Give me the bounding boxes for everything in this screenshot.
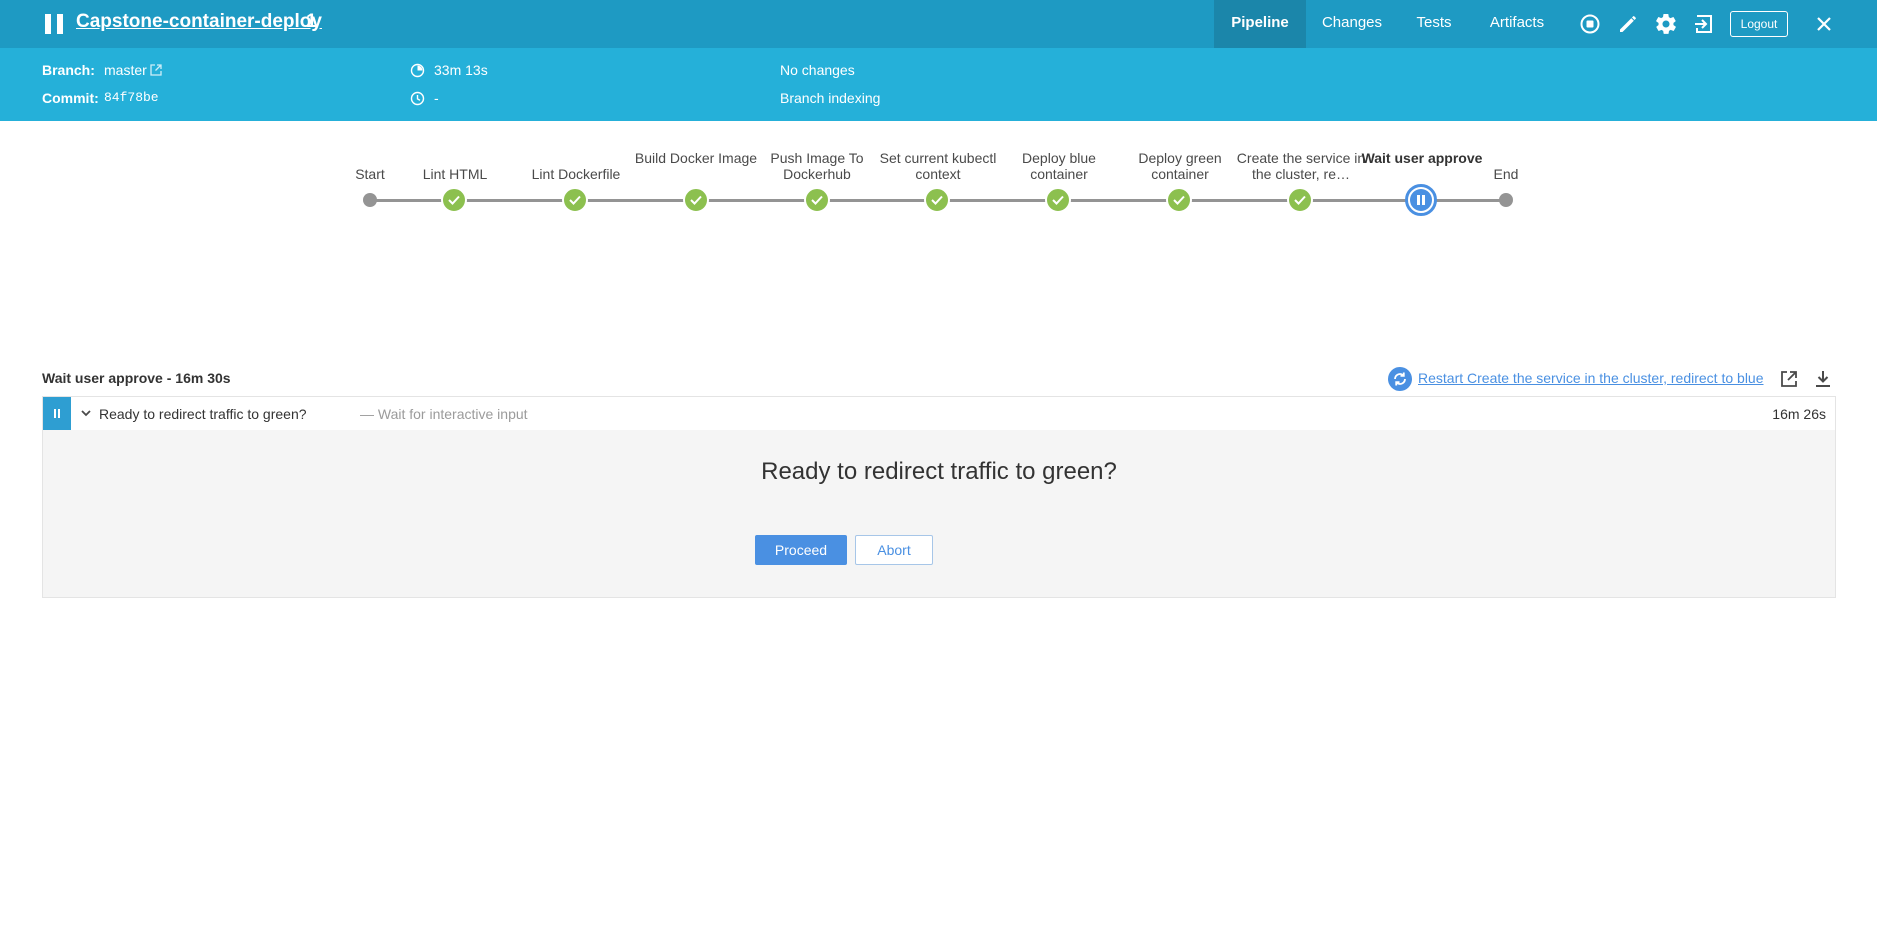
paused-icon	[1410, 189, 1432, 211]
time-value: -	[434, 90, 439, 106]
stage-node-end	[1499, 193, 1513, 207]
stage-node-set-kubectl-context[interactable]	[924, 187, 950, 213]
tab-artifacts[interactable]: Artifacts	[1474, 0, 1560, 48]
stage-label-push-image: Push Image To Dockerhub	[770, 150, 864, 182]
step-log-title: Wait user approve - 16m 30s	[42, 370, 231, 386]
commit-label: Commit:	[42, 90, 99, 106]
stage-node-build-docker-image[interactable]	[683, 187, 709, 213]
input-question: Ready to redirect traffic to green?	[761, 458, 1117, 485]
step-row[interactable]: Ready to redirect traffic to green? — Wa…	[42, 396, 1836, 431]
stage-label-set-kubectl-context: Set current kubectl context	[879, 150, 997, 182]
stage-node-push-image[interactable]	[804, 187, 830, 213]
check-icon	[811, 195, 823, 205]
stage-node-lint-html[interactable]	[441, 187, 467, 213]
stage-node-wait-user-approve[interactable]	[1405, 184, 1437, 216]
check-icon	[448, 195, 460, 205]
stage-label-deploy-blue: Deploy blue container	[1022, 150, 1096, 182]
restart-icon[interactable]	[1388, 367, 1412, 391]
changes-value: No changes	[780, 62, 855, 78]
external-link-icon[interactable]	[149, 63, 163, 77]
stage-label-end: End	[1493, 166, 1519, 182]
stage-node-start	[363, 193, 377, 207]
abort-button[interactable]: Abort	[855, 535, 933, 565]
check-icon	[690, 195, 702, 205]
duration-icon	[410, 63, 425, 78]
branch-label: Branch:	[42, 62, 95, 78]
check-icon	[1052, 195, 1064, 205]
duration-value: 33m 13s	[434, 62, 488, 78]
open-in-new-window-icon[interactable]	[1778, 368, 1800, 390]
tab-tests[interactable]: Tests	[1400, 0, 1468, 48]
logout-button[interactable]: Logout	[1730, 11, 1788, 37]
stop-icon[interactable]	[1578, 12, 1602, 36]
check-icon	[1294, 195, 1306, 205]
check-icon	[931, 195, 943, 205]
step-name: Ready to redirect traffic to green?	[99, 406, 307, 422]
stage-node-deploy-green[interactable]	[1166, 187, 1192, 213]
proceed-button[interactable]: Proceed	[755, 535, 847, 565]
stage-label-wait-user-approve: Wait user approve	[1361, 150, 1483, 166]
tab-changes[interactable]: Changes	[1310, 0, 1394, 48]
stage-node-create-service[interactable]	[1287, 187, 1313, 213]
stage-label-lint-dockerfile: Lint Dockerfile	[531, 166, 621, 182]
clock-icon	[410, 91, 425, 106]
close-icon[interactable]	[1812, 12, 1836, 36]
check-icon	[1173, 195, 1185, 205]
check-icon	[569, 195, 581, 205]
stage-node-lint-dockerfile[interactable]	[562, 187, 588, 213]
step-duration: 16m 26s	[1772, 406, 1826, 422]
exit-icon[interactable]	[1692, 12, 1716, 36]
gear-icon[interactable]	[1654, 12, 1678, 36]
stage-label-build-docker-image: Build Docker Image	[634, 150, 758, 166]
download-icon[interactable]	[1812, 368, 1834, 390]
branch-value: master	[104, 62, 147, 78]
commit-value[interactable]: 84f78be	[104, 90, 159, 105]
step-description: — Wait for interactive input	[360, 406, 528, 422]
step-paused-icon	[43, 397, 71, 430]
input-request-panel: Ready to redirect traffic to green? Proc…	[42, 430, 1836, 598]
restart-stage-link[interactable]: Restart Create the service in the cluste…	[1418, 370, 1764, 386]
pipeline-graph: Start Lint HTML Lint Dockerfile Build Do…	[0, 121, 1879, 361]
cause-value: Branch indexing	[780, 90, 881, 106]
pause-icon	[45, 14, 63, 34]
stage-label-create-service: Create the service in the cluster, re…	[1236, 150, 1366, 182]
run-number: 1	[306, 11, 317, 32]
top-bar: Capstone-container-deploy 1 Pipeline Cha…	[0, 0, 1879, 48]
chevron-down-icon[interactable]	[79, 406, 93, 420]
edit-icon[interactable]	[1616, 12, 1640, 36]
run-info-bar: Branch: master Commit: 84f78be 33m 13s -…	[0, 48, 1877, 121]
stage-label-deploy-green: Deploy green container	[1138, 150, 1222, 182]
tab-pipeline[interactable]: Pipeline	[1214, 0, 1306, 48]
stage-node-deploy-blue[interactable]	[1045, 187, 1071, 213]
stage-label-lint-html: Lint HTML	[422, 166, 488, 182]
run-title-link[interactable]: Capstone-container-deploy	[76, 11, 322, 33]
